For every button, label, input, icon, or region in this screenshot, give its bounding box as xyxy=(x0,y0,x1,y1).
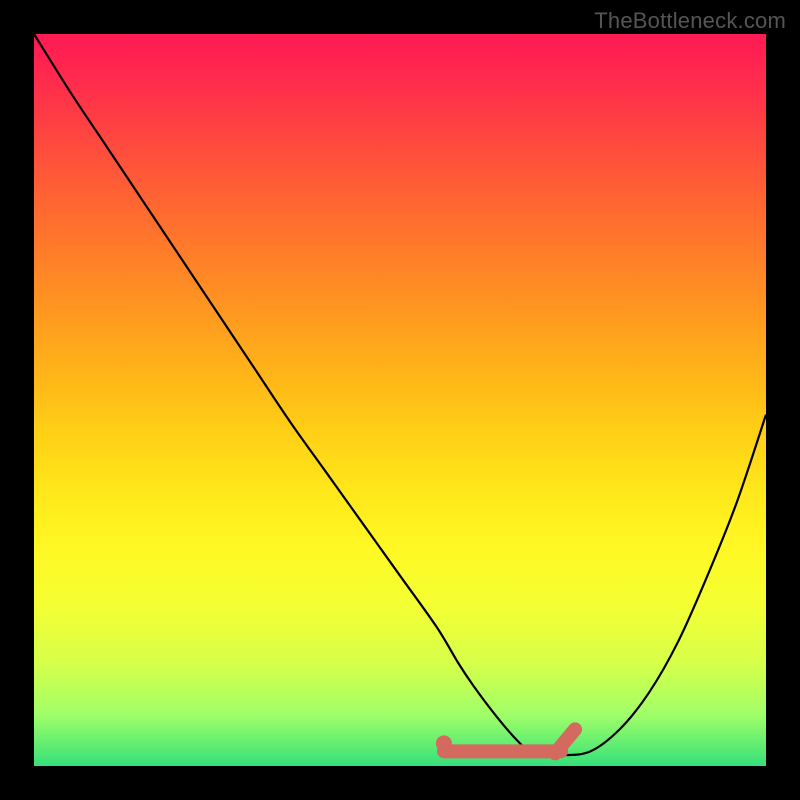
attribution-label: TheBottleneck.com xyxy=(594,8,786,34)
gradient-background xyxy=(34,34,766,766)
optimal-marker-left-dot xyxy=(436,735,452,751)
chart-plot-area xyxy=(34,34,766,766)
chart-svg xyxy=(34,34,766,766)
chart-frame: TheBottleneck.com xyxy=(0,0,800,800)
